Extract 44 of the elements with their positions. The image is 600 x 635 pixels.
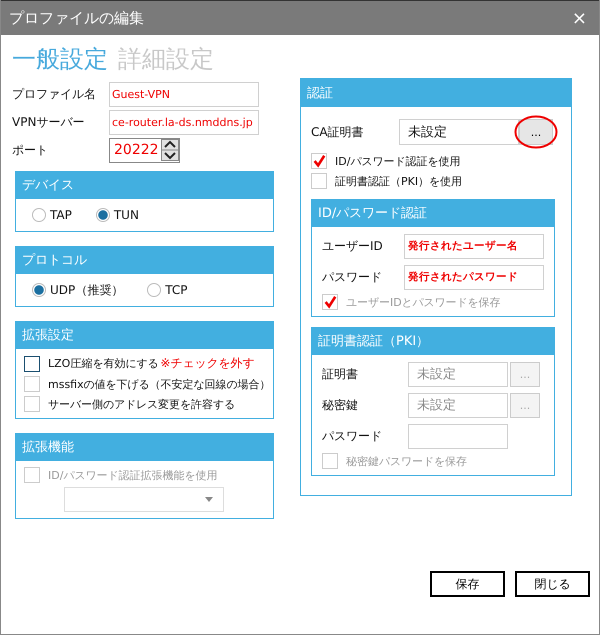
close-button[interactable]: × bbox=[568, 8, 591, 28]
field-label: パスワード bbox=[322, 428, 383, 444]
tab[interactable]: 一般設定 bbox=[12, 43, 108, 75]
annotation-note: ※チェックを外す bbox=[160, 355, 254, 372]
dropdown[interactable] bbox=[64, 487, 224, 512]
checkbox[interactable]: ID/パスワード認証を使用 bbox=[311, 153, 561, 169]
text-field[interactable]: 発行されたパスワード bbox=[404, 264, 544, 290]
group-header: プロトコル bbox=[16, 246, 273, 274]
group-header: 拡張機能 bbox=[16, 433, 273, 461]
check-icon bbox=[312, 154, 326, 168]
field-label: プロファイル名 bbox=[12, 86, 97, 102]
field-label: VPNサーバー bbox=[12, 114, 86, 130]
field-label: 秘密鍵 bbox=[322, 396, 359, 414]
radio-button[interactable]: TAP bbox=[32, 208, 72, 222]
check-icon bbox=[323, 295, 337, 309]
group-header: ID/パスワード認証 bbox=[312, 199, 554, 227]
text-field[interactable]: 未設定 bbox=[399, 119, 519, 145]
field-label: 証明書 bbox=[322, 366, 359, 382]
text-field[interactable] bbox=[408, 424, 508, 448]
checkbox[interactable]: mssfixの値を下げる（不安定な回線の場合） bbox=[24, 376, 271, 392]
dialog-button[interactable]: 閉じる bbox=[515, 571, 590, 597]
radio-button[interactable]: TCP bbox=[147, 283, 188, 297]
text-field[interactable]: Guest-VPN bbox=[109, 82, 259, 106]
port-spinner[interactable]: 20222 bbox=[109, 138, 180, 162]
group-header: 証明書認証（PKI） bbox=[312, 327, 554, 355]
text-field[interactable]: ce-router.la-ds.nmddns.jp bbox=[109, 110, 259, 134]
field-label: ユーザーID bbox=[322, 238, 384, 254]
spinner-arrows-icon[interactable] bbox=[160, 139, 179, 161]
field-label: ポート bbox=[12, 142, 49, 158]
browse-button[interactable]: ... bbox=[519, 119, 553, 145]
group-header: デバイス bbox=[16, 171, 273, 199]
window-title: プロファイルの編集 bbox=[9, 8, 144, 28]
text-field[interactable]: 発行されたユーザー名 bbox=[404, 234, 544, 258]
checkbox[interactable]: 証明書認証（PKI）を使用 bbox=[311, 173, 561, 189]
field-label: パスワード bbox=[322, 268, 383, 286]
dropdown-arrow-icon bbox=[205, 497, 213, 502]
checkbox[interactable]: LZO圧縮を有効にする bbox=[24, 356, 158, 372]
dialog-button[interactable]: 保存 bbox=[430, 571, 505, 597]
field-label: CA証明書 bbox=[311, 124, 365, 140]
radio-button[interactable]: TUN bbox=[96, 208, 139, 222]
group-header: 認証 bbox=[301, 79, 571, 107]
radio-button[interactable]: UDP（推奨） bbox=[32, 282, 124, 298]
group-header: 拡張設定 bbox=[16, 321, 273, 349]
checkbox[interactable]: サーバー側のアドレス変更を許容する bbox=[24, 396, 235, 412]
